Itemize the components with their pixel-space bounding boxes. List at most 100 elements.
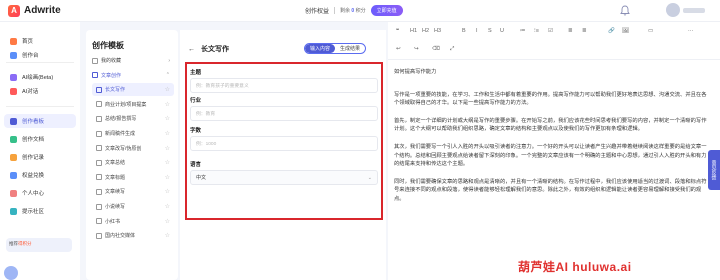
template-icon: [96, 232, 102, 239]
paint-icon: [10, 73, 17, 81]
template-item[interactable]: 文章标题 ☆: [92, 171, 174, 184]
toolbar-button[interactable]: H3: [434, 28, 441, 34]
favorite-star-icon[interactable]: ☆: [165, 130, 170, 137]
assistant-robot-icon[interactable]: [4, 266, 18, 280]
toolbar-button[interactable]: H1: [410, 28, 417, 34]
toolbar-button[interactable]: I: [476, 28, 478, 34]
recharge-button[interactable]: 立即充值: [370, 5, 403, 16]
sidebar-item[interactable]: 首页: [4, 34, 76, 48]
back-arrow-icon[interactable]: ←: [188, 46, 195, 53]
gift-icon: [10, 171, 17, 179]
expand-caret-icon[interactable]: ⌃: [166, 72, 170, 78]
toolbar-button[interactable]: ❝: [396, 28, 399, 34]
template-item[interactable]: 总结/报告撰写 ☆: [92, 112, 174, 125]
toolbar-button[interactable]: 🖼: [622, 28, 629, 34]
promo-card[interactable]: 推荐得积分: [6, 238, 72, 252]
template-item[interactable]: 小红书 ☆: [92, 215, 174, 228]
main-sidebar: 首页 创作台 AI绘画(Beta) AI对话创作看板创作文档创作记录权益兑换个人中心提…: [0, 22, 80, 280]
template-item[interactable]: 文章改写/伪原创 ☆: [92, 142, 174, 155]
favorite-star-icon[interactable]: ☆: [165, 218, 170, 225]
template-item[interactable]: 文章总结 ☆: [92, 156, 174, 169]
sidebar-item[interactable]: 创作台: [4, 48, 76, 62]
template-icon: [96, 101, 102, 108]
template-item[interactable]: 小说续写 ☆: [92, 200, 174, 213]
favorite-star-icon[interactable]: ☆: [165, 232, 170, 239]
sidebar-item[interactable]: AI对话: [4, 84, 76, 98]
toolbar-button[interactable]: ≔: [520, 28, 526, 34]
template-category[interactable]: 我的收藏 ›: [92, 54, 174, 67]
sidebar-item[interactable]: 创作文档: [4, 132, 76, 146]
app-logo[interactable]: A Adwrite: [8, 4, 61, 17]
document-body[interactable]: 如何提高写作能力 写作是一项重要的技能，在学习、工作和生活中都有着重要的作用。提…: [394, 68, 709, 213]
doc-paragraph: 写作是一项重要的技能，在学习、工作和生活中都有着重要的作用。提高写作能力可以帮助…: [394, 91, 707, 107]
sidebar-item[interactable]: 创作看板: [4, 114, 76, 128]
favorite-star-icon[interactable]: ☆: [165, 203, 170, 210]
toolbar-button[interactable]: H2: [422, 28, 429, 34]
toolbar-button[interactable]: B: [462, 28, 466, 34]
text-input[interactable]: 例：教育孩子的重要意义: [190, 78, 378, 93]
sidebar-item[interactable]: 创作记录: [4, 150, 76, 164]
template-icon: [96, 188, 102, 195]
template-panel: 创作模板 我的收藏 › 文章创作 ⌃ 长文写作 ☆ 商业计划/项目提案 ☆ 总结/报告撰写 ☆ 新闻…: [86, 30, 178, 280]
toolbar-button[interactable]: S: [488, 28, 492, 34]
template-item[interactable]: 国内社交媒体 ☆: [92, 229, 174, 242]
sidebar-item-label: AI绘画(Beta): [22, 75, 54, 81]
toolbar-button[interactable]: ⤢: [450, 46, 454, 53]
field-label: 字数: [190, 128, 202, 134]
favorite-star-icon[interactable]: ☆: [165, 174, 170, 181]
desk-icon: [10, 51, 17, 59]
template-icon: [92, 72, 98, 79]
remain-label: 剩余: [340, 8, 351, 14]
toolbar-button[interactable]: ☑: [548, 28, 553, 34]
template-label: 文章标题: [105, 174, 126, 181]
favorite-star-icon[interactable]: ☆: [165, 188, 170, 195]
toolbar-button[interactable]: ↩: [396, 46, 401, 52]
template-label: 商业计划/项目提案: [105, 101, 147, 108]
sidebar-item[interactable]: 权益兑换: [4, 168, 76, 182]
sidebar-item-label: 权益兑换: [22, 173, 45, 179]
avatar[interactable]: [666, 3, 680, 17]
toolbar-button[interactable]: 🔗: [608, 28, 615, 34]
doc-paragraph: 首先，制定一个详细的计划或大纲是写作的重要步骤。在开始写之前，我们应该花些时间思…: [394, 117, 707, 133]
toolbar-button[interactable]: ⋯: [688, 28, 694, 34]
feedback-tab[interactable]: 意见反馈: [708, 150, 720, 190]
tab-result[interactable]: 生成结果: [335, 44, 365, 53]
sidebar-item[interactable]: 提示社区: [4, 204, 76, 218]
template-item[interactable]: 文章续写 ☆: [92, 185, 174, 198]
watermark-cn: 葫芦娃AI: [518, 260, 569, 274]
sidebar-item-label: 创作记录: [22, 155, 45, 161]
sidebar-item[interactable]: 个人中心: [4, 186, 76, 200]
favorite-star-icon[interactable]: ☆: [165, 115, 170, 122]
sidebar-item-label: 个人中心: [22, 191, 45, 197]
sidebar-item[interactable]: AI绘画(Beta): [4, 70, 76, 84]
toolbar-button[interactable]: U: [500, 28, 504, 34]
toolbar-button[interactable]: ≣: [582, 28, 587, 34]
template-item[interactable]: 长文写作 ☆: [92, 83, 174, 97]
favorite-star-icon[interactable]: ☆: [165, 145, 170, 152]
sidebar-item-label: 提示社区: [22, 209, 45, 215]
text-input[interactable]: 例：教育: [190, 106, 378, 121]
toolbar-button[interactable]: ⁝≡: [534, 28, 539, 34]
user-name-blurred[interactable]: [683, 8, 705, 13]
toolbar-button[interactable]: ≣: [568, 28, 573, 34]
favorite-star-icon[interactable]: ☆: [165, 101, 170, 108]
field-label: 语言: [190, 162, 202, 168]
template-icon: [92, 57, 98, 64]
toolbar-button[interactable]: ▭: [648, 28, 653, 34]
bell-icon[interactable]: [620, 5, 630, 16]
expand-caret-icon[interactable]: ›: [168, 58, 170, 64]
template-item[interactable]: 商业计划/项目提案 ☆: [92, 98, 174, 111]
favorite-star-icon[interactable]: ☆: [165, 159, 170, 166]
language-select[interactable]: 中文 ⌄: [190, 170, 378, 185]
toolbar-button[interactable]: ⌫: [432, 46, 440, 52]
toolbar-button[interactable]: ↪: [414, 46, 419, 52]
favorite-star-icon[interactable]: ☆: [165, 86, 170, 93]
template-label: 文章改写/伪原创: [105, 145, 142, 152]
rights-link[interactable]: 创作权益: [305, 6, 329, 15]
app-name: Adwrite: [24, 5, 61, 16]
tab-input[interactable]: 输入内容: [305, 44, 335, 53]
logo-icon: A: [8, 4, 20, 17]
template-item[interactable]: 新闻稿件生成 ☆: [92, 127, 174, 140]
text-input[interactable]: 例：1000: [190, 136, 378, 151]
template-category[interactable]: 文章创作 ⌃: [92, 69, 174, 82]
